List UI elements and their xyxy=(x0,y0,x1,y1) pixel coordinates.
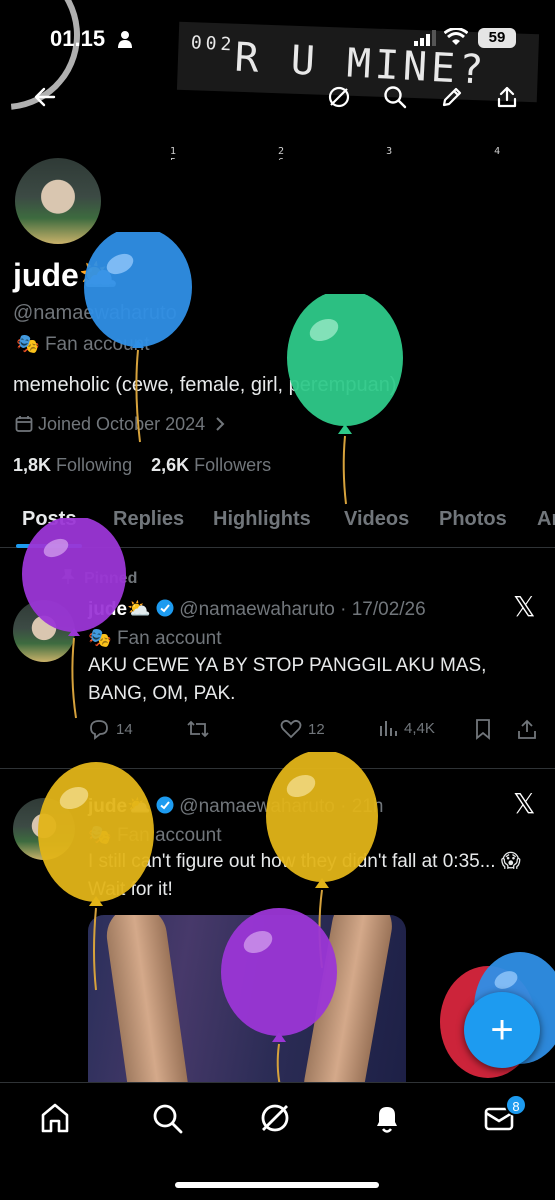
search-icon[interactable] xyxy=(150,1101,184,1135)
back-arrow-icon xyxy=(34,87,56,107)
tweet-header: jude⛅ @namaewaharuto · 17/02/26 xyxy=(88,599,426,620)
banner-ticks: 1 2 3 4 5 6 xyxy=(170,146,549,160)
followers-link[interactable]: 2,6K Followers xyxy=(151,455,271,475)
profile-handle: @namaewaharuto xyxy=(13,302,177,324)
green-balloon xyxy=(287,294,403,505)
tweet-avatar[interactable] xyxy=(13,600,75,662)
tab-videos[interactable]: Videos xyxy=(344,508,409,531)
tweet-fan-label: 🎭 Fan account xyxy=(88,825,222,846)
media-figure xyxy=(299,915,397,1085)
retweet-button[interactable] xyxy=(186,718,210,740)
home-icon[interactable] xyxy=(38,1101,72,1135)
wifi-icon xyxy=(444,28,468,45)
calendar-icon xyxy=(15,416,33,432)
search-icon xyxy=(384,86,407,109)
reply-icon xyxy=(90,720,108,740)
fan-account-label: 🎭 Fan account xyxy=(16,334,150,355)
grok-icon[interactable] xyxy=(258,1101,292,1135)
grok-icon xyxy=(328,86,350,108)
status-time: 01.15 xyxy=(50,26,106,51)
profile-bio: memeholic (cewe, female, girl, perempuan… xyxy=(13,374,397,396)
pin-icon xyxy=(61,569,75,584)
tweet-divider xyxy=(0,768,555,769)
views-button[interactable]: 4,4K xyxy=(378,718,435,738)
bookmark-icon xyxy=(476,719,490,740)
tweet-media-video[interactable] xyxy=(88,915,406,1085)
tab-posts[interactable]: Posts xyxy=(22,508,76,531)
tab-replies[interactable]: Replies xyxy=(113,508,184,531)
share-icon xyxy=(518,719,536,739)
tab-highlights[interactable]: Highlights xyxy=(213,508,311,531)
profile-avatar[interactable] xyxy=(12,155,104,247)
active-tab-indicator xyxy=(16,544,82,548)
joined-date[interactable]: Joined October 2024 xyxy=(15,414,226,435)
x-logo-icon: 𝕏 xyxy=(513,591,536,622)
home-indicator xyxy=(175,1182,379,1188)
following-link[interactable]: 1,8K Following xyxy=(13,455,132,475)
edit-button[interactable] xyxy=(435,80,469,114)
tweet-actions: 14 12 4,4K xyxy=(88,718,540,744)
tweet-avatar[interactable] xyxy=(13,798,75,860)
tab-photos[interactable]: Photos xyxy=(439,508,507,531)
verified-icon xyxy=(156,599,174,617)
plus-icon: + xyxy=(490,1007,514,1052)
share-button[interactable] xyxy=(516,718,538,740)
bell-icon[interactable] xyxy=(370,1101,404,1135)
tweet-header: jude⛅ @namaewaharuto · 21h xyxy=(88,796,384,817)
follow-stats: 1,8K Following 2,6K Followers xyxy=(13,455,271,476)
retweet-icon xyxy=(187,720,209,738)
share-profile-button[interactable] xyxy=(490,80,524,114)
edit-pencil-icon xyxy=(442,87,462,107)
reply-button[interactable]: 14 xyxy=(88,718,133,740)
views-icon xyxy=(380,721,397,736)
battery-indicator: 59 xyxy=(478,28,516,48)
media-figure xyxy=(102,915,194,1085)
tab-articles[interactable]: Ar xyxy=(537,508,555,531)
back-button[interactable] xyxy=(28,80,62,114)
theater-masks-icon: 🎭 xyxy=(16,334,40,355)
share-icon xyxy=(497,86,517,108)
display-name: jude⛅ xyxy=(13,257,119,293)
tweet-text: AKU CEWE YA BY STOP PANGGIL AKU MAS, BAN… xyxy=(88,655,487,704)
grok-button[interactable] xyxy=(322,80,356,114)
search-button[interactable] xyxy=(378,80,412,114)
verified-icon xyxy=(156,796,174,814)
profile-tabs: Posts Replies Highlights Videos Photos A… xyxy=(0,496,555,548)
chevron-right-icon xyxy=(216,417,225,431)
heart-icon xyxy=(280,719,302,739)
compose-button[interactable]: + xyxy=(464,992,540,1068)
pinned-label: Pinned xyxy=(60,569,137,588)
tweet-fan-label: 🎭 Fan account xyxy=(88,628,222,649)
status-bar: 01.15 59 xyxy=(0,20,555,56)
person-icon xyxy=(118,31,132,48)
x-logo-icon: 𝕏 xyxy=(513,788,536,819)
tweet-text: I still can't figure out how they didn't… xyxy=(88,851,521,900)
bookmark-button[interactable] xyxy=(473,718,493,740)
messages-badge: 8 xyxy=(505,1094,527,1116)
like-button[interactable]: 12 xyxy=(280,718,325,740)
signal-icon xyxy=(414,30,436,46)
